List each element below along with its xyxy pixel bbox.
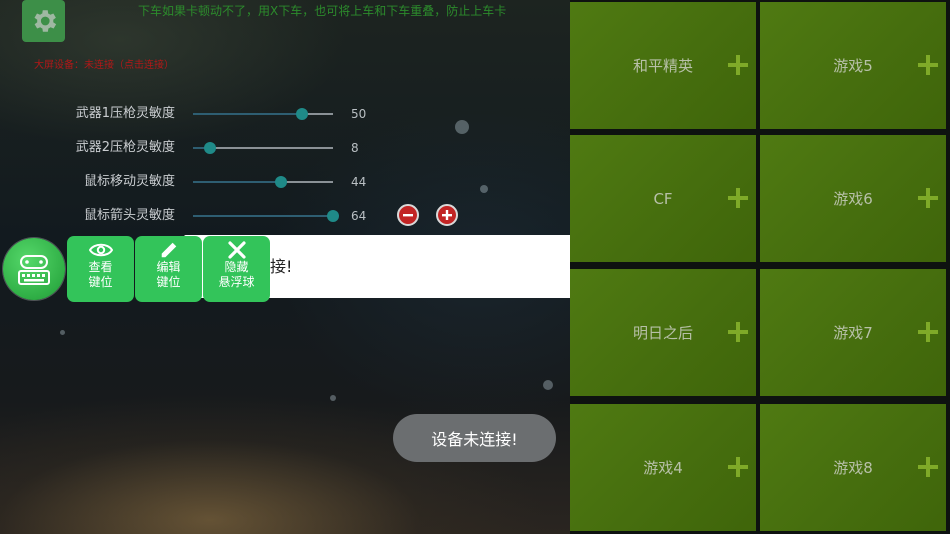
eye-icon <box>88 243 113 257</box>
slider-label: 鼠标移动灵敏度 <box>83 174 175 189</box>
action-label: 悬浮球 <box>218 275 255 289</box>
game-tile[interactable]: CF <box>570 135 756 262</box>
slider-track[interactable] <box>193 108 333 120</box>
game-tile[interactable]: 和平精英 <box>570 2 756 129</box>
gamepad-keyboard-icon <box>18 255 50 285</box>
add-icon <box>918 321 938 342</box>
bokeh <box>480 185 488 193</box>
slider-knob[interactable] <box>275 176 288 188</box>
top-hint-text: 下车如果卡顿动不了，用X下车，也可将上车和下车重叠，防止上车卡 <box>138 4 507 18</box>
add-icon <box>728 54 748 75</box>
pencil-icon <box>161 242 176 258</box>
slider-row-weapon1: 武器1压枪灵敏度 50 <box>0 104 480 124</box>
action-label: 键位 <box>88 275 113 289</box>
floating-ball[interactable] <box>3 238 65 300</box>
slider-track[interactable] <box>193 142 333 154</box>
add-icon <box>918 456 938 477</box>
slider-row-mouse-move: 鼠标移动灵敏度 44 <box>0 172 480 192</box>
game-tile[interactable]: 明日之后 <box>570 269 756 396</box>
device-status-link[interactable]: 大屏设备：未连接（点击连接） <box>34 56 174 71</box>
slider-label: 武器2压枪灵敏度 <box>75 140 175 155</box>
game-tile[interactable]: 游戏8 <box>760 404 946 531</box>
minus-icon <box>403 214 413 217</box>
slider-value: 50 <box>351 107 367 121</box>
add-icon <box>918 54 938 75</box>
add-icon <box>918 187 938 208</box>
slider-value: 64 <box>351 209 367 223</box>
bokeh <box>330 395 336 401</box>
bokeh <box>60 330 65 335</box>
slider-knob[interactable] <box>327 210 339 222</box>
settings-button[interactable] <box>22 0 65 42</box>
slider-track[interactable] <box>193 210 339 222</box>
action-label: 键位 <box>156 275 181 289</box>
slider-value: 8 <box>351 141 359 155</box>
slider-knob[interactable] <box>203 142 216 154</box>
hide-floating-ball-button[interactable]: 隐藏 悬浮球 <box>203 236 270 302</box>
game-tile[interactable]: 游戏7 <box>760 269 946 396</box>
slider-knob[interactable] <box>296 108 309 120</box>
game-grid: 和平精英 游戏5 CF 游戏6 明日之后 游戏7 游戏4 游戏8 <box>570 0 950 534</box>
bokeh <box>543 380 553 390</box>
action-label: 隐藏 <box>224 260 249 274</box>
game-tile[interactable]: 游戏4 <box>570 404 756 531</box>
gear-icon <box>34 10 56 32</box>
view-keymap-button[interactable]: 查看 键位 <box>67 236 134 302</box>
add-icon <box>728 321 748 342</box>
add-icon <box>728 187 748 208</box>
add-icon <box>728 456 748 477</box>
action-label: 查看 <box>88 260 113 274</box>
slider-label: 武器1压枪灵敏度 <box>75 106 175 121</box>
slider-row-weapon2: 武器2压枪灵敏度 8 <box>0 138 480 158</box>
edit-keymap-button[interactable]: 编辑 键位 <box>135 236 202 302</box>
game-tile[interactable]: 游戏6 <box>760 135 946 262</box>
action-label: 编辑 <box>156 260 181 274</box>
game-tile[interactable]: 游戏5 <box>760 2 946 129</box>
slider-track[interactable] <box>193 176 333 188</box>
slider-value: 44 <box>351 175 367 189</box>
slider-label: 鼠标箭头灵敏度 <box>83 208 175 223</box>
increase-button[interactable] <box>436 204 458 226</box>
close-icon <box>227 241 246 259</box>
decrease-button[interactable] <box>397 204 419 226</box>
plus-icon <box>442 210 452 220</box>
toast-message: 设备未连接! <box>393 414 556 462</box>
